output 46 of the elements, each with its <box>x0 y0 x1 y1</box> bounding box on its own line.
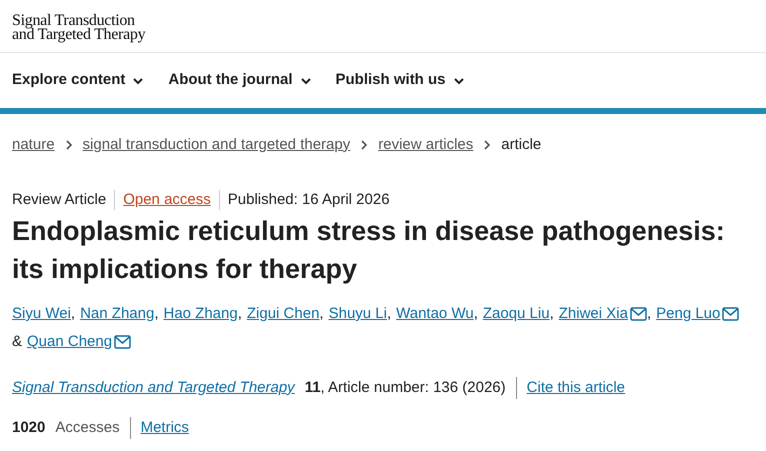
author-link[interactable]: Siyu Wei <box>12 300 71 328</box>
metrics-link[interactable]: Metrics <box>140 416 189 440</box>
comma: , <box>238 304 242 324</box>
comma: , <box>386 304 392 324</box>
comma: , <box>646 304 652 324</box>
comma: , <box>319 304 324 324</box>
comma: , <box>70 304 76 324</box>
author-link[interactable]: Shuyu Li <box>328 300 387 328</box>
citation-details: 11, Article number: 136 (2026) <box>304 378 506 398</box>
chevron-down-icon <box>132 76 144 84</box>
article-meta: Review Article <box>12 190 106 210</box>
conjunction: & <box>12 332 22 352</box>
author-link[interactable]: Zaoqu Liu <box>482 300 550 328</box>
article-title: Endoplasmic reticulum stress in disease pathogenesis: its implications for therapy <box>12 215 726 286</box>
cite-link[interactable]: Cite this article <box>526 376 626 400</box>
author-link[interactable]: Wantao Wu <box>396 300 474 328</box>
breadcrumb-link[interactable]: nature <box>12 134 55 156</box>
journal-logo[interactable]: Signal Transduction and Targeted Therapy <box>12 14 146 42</box>
mail-icon[interactable] <box>114 335 132 349</box>
author-link[interactable]: Zhiwei Xia <box>558 300 628 328</box>
comma: , <box>474 304 478 324</box>
chevron-right-icon <box>483 139 492 151</box>
journal-link[interactable]: Signal Transduction and Targeted Therapy <box>12 376 295 400</box>
nav-menu[interactable]: About the journal <box>168 69 312 92</box>
comma: , <box>154 304 158 324</box>
mail-icon[interactable] <box>630 307 647 321</box>
author-link[interactable]: Nan Zhang <box>80 300 154 328</box>
author-link[interactable]: Hao Zhang <box>163 300 238 328</box>
breadcrumb-link[interactable]: signal transduction and targeted therapy <box>82 134 350 156</box>
mail-icon[interactable] <box>722 307 740 321</box>
nav-menu[interactable]: Publish with us <box>336 69 465 92</box>
article-meta: Published: 16 April 2026 <box>228 190 390 210</box>
nav-menu[interactable]: Explore content <box>12 69 144 92</box>
access-label: Accesses <box>55 418 120 438</box>
breadcrumb-link[interactable]: review articles <box>378 134 474 156</box>
author-link[interactable]: Zigui Chen <box>246 300 320 328</box>
chevron-right-icon <box>64 139 73 151</box>
access-count: 1020 <box>12 418 46 438</box>
chevron-down-icon <box>300 76 312 84</box>
open-access-link[interactable]: Open access <box>123 188 211 212</box>
comma: , <box>550 304 554 324</box>
chevron-right-icon <box>360 139 368 151</box>
breadcrumb-current: article <box>501 134 542 155</box>
author-link[interactable]: Quan Cheng <box>27 328 112 356</box>
chevron-down-icon <box>452 76 465 84</box>
author-link[interactable]: Peng Luo <box>656 300 720 328</box>
